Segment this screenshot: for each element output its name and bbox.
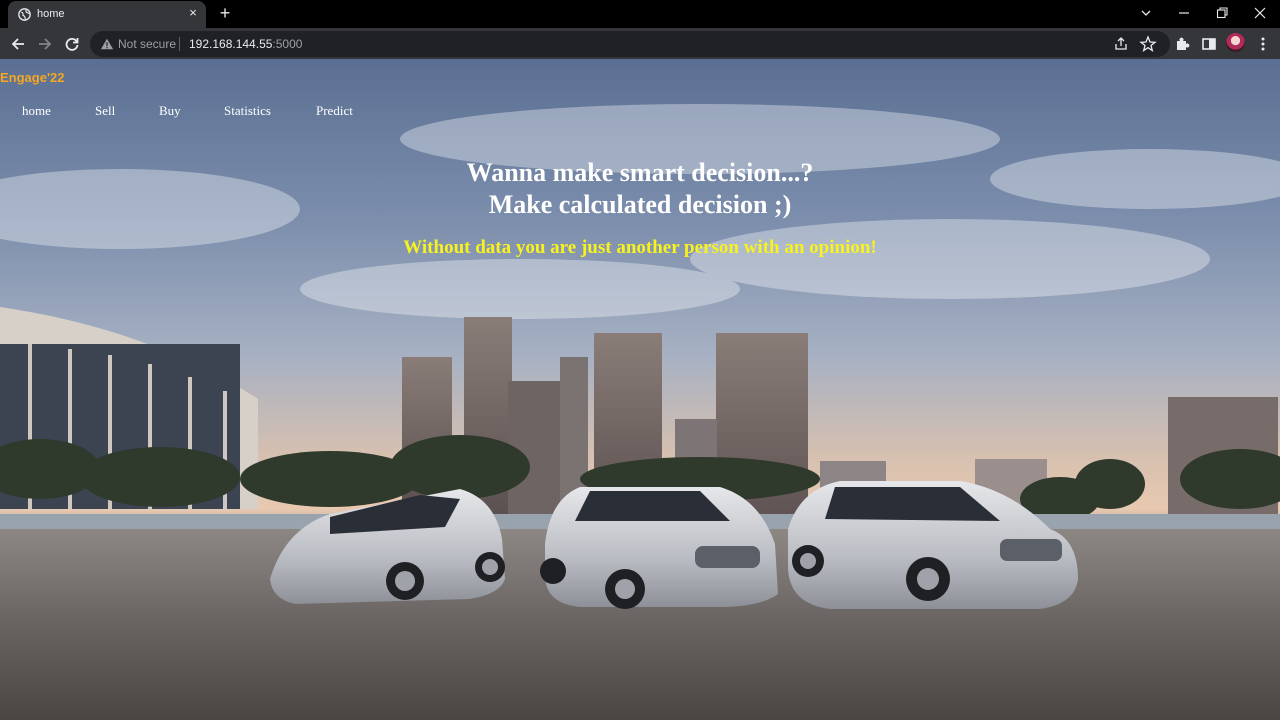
profile-avatar[interactable]: [1226, 33, 1245, 52]
side-panel-icon[interactable]: [1199, 34, 1219, 54]
address-bar[interactable]: Not secure 192.168.144.55:5000: [90, 31, 1170, 57]
chevron-down-icon[interactable]: [1136, 3, 1156, 23]
browser-tab[interactable]: home ×: [8, 1, 206, 28]
restore-icon[interactable]: [1212, 3, 1232, 23]
brand-logo[interactable]: Engage'22: [0, 70, 65, 85]
tab-strip: home × +: [0, 0, 1280, 28]
close-icon[interactable]: [1250, 3, 1270, 23]
hero-tagline: Without data you are just another person…: [403, 237, 877, 258]
page-viewport: Engage'22 home Sell Buy Statistics Predi…: [0, 59, 1280, 720]
star-icon[interactable]: [1139, 35, 1157, 53]
nav-predict[interactable]: Predict: [316, 103, 353, 119]
omnibox-divider: [179, 37, 180, 51]
back-icon[interactable]: [8, 34, 28, 54]
forward-icon[interactable]: [35, 34, 55, 54]
hero-headline-1: Wanna make smart decision...?: [466, 158, 814, 187]
nav-buy[interactable]: Buy: [159, 103, 181, 119]
share-icon[interactable]: [1112, 35, 1130, 53]
tab-title: home: [37, 8, 65, 20]
warning-icon: [100, 38, 114, 50]
tab-close-button[interactable]: ×: [186, 6, 200, 20]
url-host: 192.168.144.55: [189, 37, 273, 51]
hero-headline-2: Make calculated decision ;): [488, 190, 792, 219]
browser-toolbar: Not secure 192.168.144.55:5000: [0, 28, 1280, 59]
globe-icon: [18, 8, 31, 21]
url-text[interactable]: 192.168.144.55:5000: [189, 37, 302, 51]
url-port: :5000: [272, 37, 303, 51]
new-tab-button[interactable]: +: [216, 4, 234, 22]
nav-home[interactable]: home: [22, 103, 51, 119]
nav-sell[interactable]: Sell: [95, 103, 115, 119]
security-label[interactable]: Not secure: [118, 37, 176, 51]
hero-section: Wanna make smart decision...? Make calcu…: [0, 157, 1280, 259]
reload-icon[interactable]: [62, 34, 82, 54]
nav-statistics[interactable]: Statistics: [224, 103, 271, 119]
extensions-icon[interactable]: [1172, 34, 1192, 54]
minimize-icon[interactable]: [1174, 3, 1194, 23]
menu-icon[interactable]: [1253, 34, 1273, 54]
